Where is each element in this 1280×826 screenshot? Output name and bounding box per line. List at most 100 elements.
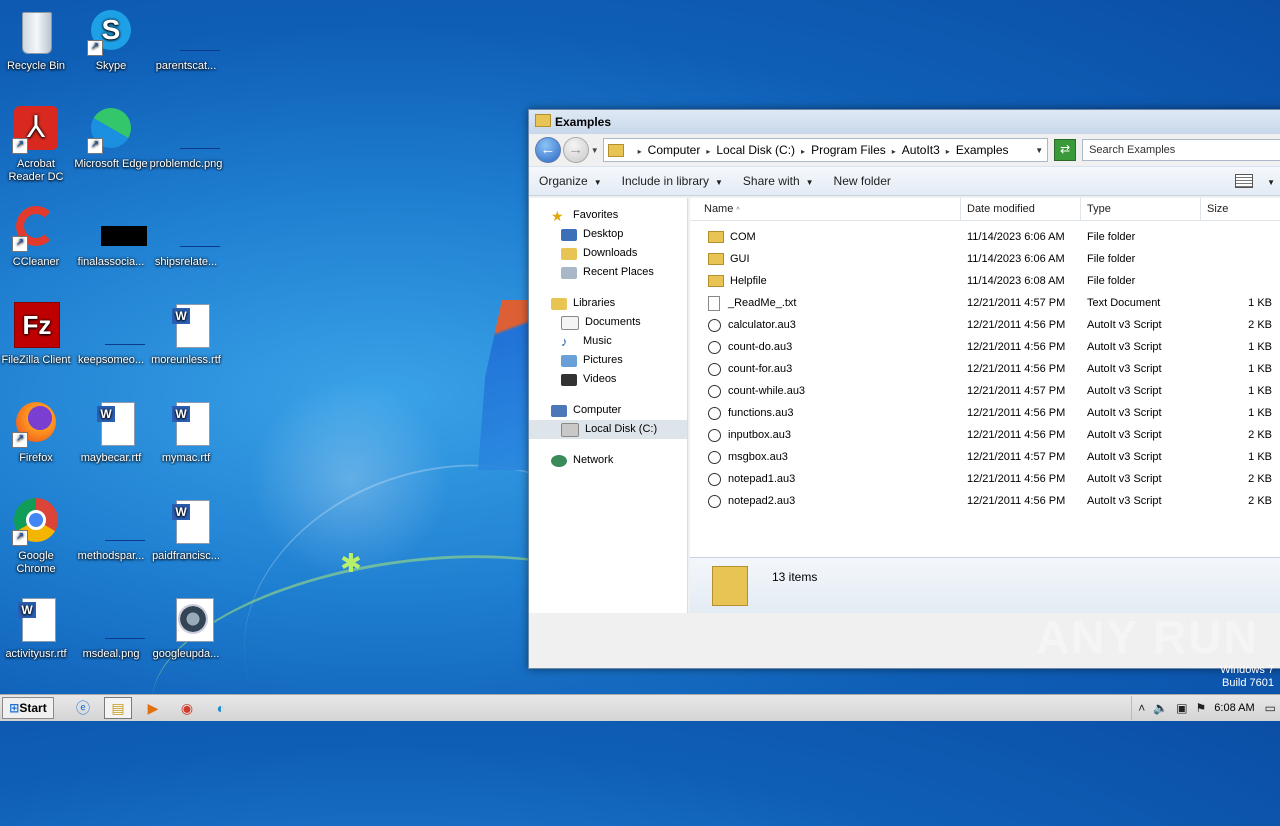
taskbar-edge-icon[interactable]: ◐ bbox=[208, 698, 234, 718]
file-name-cell: inputbox.au3 bbox=[690, 428, 961, 442]
breadcrumb-autoit3[interactable]: AutoIt3 ▸ bbox=[902, 143, 950, 157]
refresh-button[interactable]: ⇄ bbox=[1054, 139, 1077, 161]
file-row[interactable]: _ReadMe_.txt 12/21/2011 4:57 PM Text Docum… bbox=[690, 292, 1280, 314]
desktop-icon-paidfrancisc[interactable]: W paidfrancisc... bbox=[148, 498, 224, 563]
desktop-icon-firefox[interactable]: ↗ Firefox bbox=[0, 400, 74, 465]
network-tray-icon[interactable]: ▣ bbox=[1176, 701, 1187, 715]
taskbar-ie-icon[interactable]: ⓔ bbox=[70, 698, 96, 718]
desktop-icon-maybecar[interactable]: W maybecar.rtf bbox=[73, 400, 149, 465]
desktop-icon-moreunless[interactable]: W moreunless.rtf bbox=[148, 302, 224, 367]
desktop-icon-activityusr[interactable]: W activityusr.rtf bbox=[0, 596, 74, 661]
taskbar-explorer-icon[interactable]: ▤ bbox=[104, 697, 132, 719]
action-center-flag-icon[interactable]: ⚑ bbox=[1196, 701, 1207, 715]
include-in-library-button[interactable]: Include in library ▼ bbox=[622, 174, 723, 188]
file-date-cell: 11/14/2023 6:06 AM bbox=[967, 253, 1065, 265]
folder-icon bbox=[708, 231, 724, 243]
autoit-script-icon bbox=[708, 362, 721, 376]
desktop-icon-edge[interactable]: ↗ Microsoft Edge bbox=[73, 106, 149, 171]
new-folder-button[interactable]: New folder bbox=[834, 174, 891, 188]
file-row[interactable]: msgbox.au3 12/21/2011 4:57 PM AutoIt v3 Sc… bbox=[690, 446, 1280, 468]
taskbar-chrome-icon[interactable]: ◉ bbox=[174, 698, 200, 718]
file-row[interactable]: COM 11/14/2023 6:06 AM File folder bbox=[690, 226, 1280, 248]
forward-button[interactable]: → bbox=[562, 137, 589, 163]
desktop-icon-recycle-bin[interactable]: Recycle Bin bbox=[0, 8, 74, 73]
file-row[interactable]: inputbox.au3 12/21/2011 4:56 PM AutoIt v3 … bbox=[690, 424, 1280, 446]
nav-favorites[interactable]: ★ Favorites bbox=[529, 206, 687, 225]
nav-libraries[interactable]: Libraries bbox=[529, 294, 687, 313]
nav-local-disk[interactable]: Local Disk (C:) bbox=[529, 420, 687, 439]
file-row[interactable]: count-while.au3 12/21/2011 4:57 PM AutoIt … bbox=[690, 380, 1280, 402]
breadcrumb-computer[interactable]: Computer ▸ bbox=[648, 143, 711, 157]
breadcrumb-program-files[interactable]: Program Files ▸ bbox=[811, 143, 896, 157]
word-document-icon: W bbox=[12, 596, 60, 644]
start-button[interactable]: ⊞Start bbox=[2, 697, 54, 719]
breadcrumb-examples[interactable]: Examples bbox=[956, 143, 1009, 157]
desktop-icon-googleupda[interactable]: googleupda... bbox=[148, 596, 224, 661]
address-bar[interactable]: ▸ Computer ▸ Local Disk (C:) ▸ Program Fil… bbox=[602, 138, 1049, 162]
window-titlebar[interactable]: Examples bbox=[529, 110, 1280, 134]
chrome-icon: ↗ bbox=[12, 498, 60, 546]
music-icon: ♪ bbox=[561, 333, 568, 349]
organize-button[interactable]: Organize ▼ bbox=[539, 174, 602, 188]
column-header-type[interactable]: Type bbox=[1081, 198, 1201, 220]
column-header-date[interactable]: Date modified bbox=[961, 198, 1081, 220]
desktop-icon-shipsrelate[interactable]: shipsrelate... bbox=[148, 204, 224, 269]
desktop-icon-label: msdeal.png bbox=[82, 648, 140, 660]
column-header-size[interactable]: Size bbox=[1201, 198, 1280, 220]
file-row[interactable]: GUI 11/14/2023 6:06 AM File folder bbox=[690, 248, 1280, 270]
autoit-script-icon bbox=[708, 428, 721, 442]
nav-recent-places[interactable]: Recent Places bbox=[529, 263, 687, 282]
desktop-icon-keepsomeo[interactable]: keepsomeo... bbox=[73, 302, 149, 367]
nav-pictures[interactable]: Pictures bbox=[529, 351, 687, 370]
nav-videos[interactable]: Videos bbox=[529, 370, 687, 389]
share-with-button[interactable]: Share with ▼ bbox=[743, 174, 814, 188]
recent-pages-dropdown[interactable]: ▼ bbox=[591, 146, 599, 155]
nav-desktop[interactable]: Desktop bbox=[529, 225, 687, 244]
desktop-icon bbox=[561, 228, 577, 241]
folder-icon bbox=[708, 253, 724, 265]
desktop-icon-chrome[interactable]: ↗ Google Chrome bbox=[0, 498, 74, 576]
breadcrumb-separator[interactable]: ▸ bbox=[632, 143, 642, 157]
desktop-icon-label: Google Chrome bbox=[16, 550, 56, 575]
view-options-dropdown[interactable]: ▼ bbox=[1261, 174, 1275, 188]
firefox-icon: ↗ bbox=[12, 400, 60, 448]
desktop-icon-parentscat[interactable]: parentscat... bbox=[148, 8, 224, 73]
nav-downloads[interactable]: Downloads bbox=[529, 244, 687, 263]
file-type-cell: AutoIt v3 Script bbox=[1087, 341, 1162, 353]
file-row[interactable]: functions.au3 12/21/2011 4:56 PM AutoIt v3… bbox=[690, 402, 1280, 424]
desktop-icon-finalassocia[interactable]: finalassocia... bbox=[73, 204, 149, 269]
desktop-icon-msdeal[interactable]: msdeal.png bbox=[73, 596, 149, 661]
tray-show-hidden-icon[interactable]: ˄ bbox=[1138, 701, 1145, 715]
desktop-icon-skype[interactable]: S ↗ Skype bbox=[73, 8, 149, 73]
explorer-window[interactable]: Examples ← → ▼ ▸ Computer ▸ Local Disk (C… bbox=[528, 109, 1280, 669]
nav-music[interactable]: ♪ Music bbox=[529, 332, 687, 351]
change-view-icon[interactable] bbox=[1235, 174, 1254, 188]
volume-icon[interactable]: 🔈 bbox=[1153, 701, 1168, 715]
file-row[interactable]: notepad1.au3 12/21/2011 4:56 PM AutoIt v3 … bbox=[690, 468, 1280, 490]
desktop-icon-methodspar[interactable]: methodspar... bbox=[73, 498, 149, 563]
show-desktop-icon[interactable]: ▭ bbox=[1265, 701, 1276, 715]
file-row[interactable]: count-for.au3 12/21/2011 4:56 PM AutoIt v3… bbox=[690, 358, 1280, 380]
nav-documents[interactable]: Documents bbox=[529, 313, 687, 332]
file-row[interactable]: count-do.au3 12/21/2011 4:56 PM AutoIt v3 … bbox=[690, 336, 1280, 358]
clock[interactable]: 6:08 AM bbox=[1214, 702, 1254, 714]
nav-computer[interactable]: Computer bbox=[529, 401, 687, 420]
windows-flag-icon: ⊞ bbox=[9, 701, 20, 715]
breadcrumb-local-disk[interactable]: Local Disk (C:) ▸ bbox=[716, 143, 805, 157]
column-header-name[interactable]: Name ^ bbox=[690, 198, 961, 220]
address-dropdown-icon[interactable]: ▼ bbox=[1035, 146, 1043, 155]
computer-icon bbox=[551, 404, 567, 417]
image-file-icon bbox=[87, 596, 145, 644]
desktop-icon-ccleaner[interactable]: ↗ CCleaner bbox=[0, 204, 74, 269]
desktop-icon-acrobat[interactable]: ⅄ ↗ Acrobat Reader DC bbox=[0, 106, 74, 184]
back-button[interactable]: ← bbox=[535, 137, 561, 163]
file-row[interactable]: calculator.au3 12/21/2011 4:56 PM AutoIt v… bbox=[690, 314, 1280, 336]
file-row[interactable]: notepad2.au3 12/21/2011 4:56 PM AutoIt v3 … bbox=[690, 490, 1280, 512]
desktop-icon-filezilla[interactable]: Fz FileZilla Client bbox=[0, 302, 74, 367]
desktop-icon-problemdc[interactable]: problemdc.png bbox=[148, 106, 224, 171]
search-input[interactable]: Search Examples bbox=[1082, 139, 1280, 161]
file-row[interactable]: Helpfile 11/14/2023 6:08 AM File folder bbox=[690, 270, 1280, 292]
taskbar-media-player-icon[interactable]: ▶ bbox=[140, 698, 166, 718]
desktop-icon-mymac[interactable]: W mymac.rtf bbox=[148, 400, 224, 465]
nav-network[interactable]: Network bbox=[529, 451, 687, 470]
